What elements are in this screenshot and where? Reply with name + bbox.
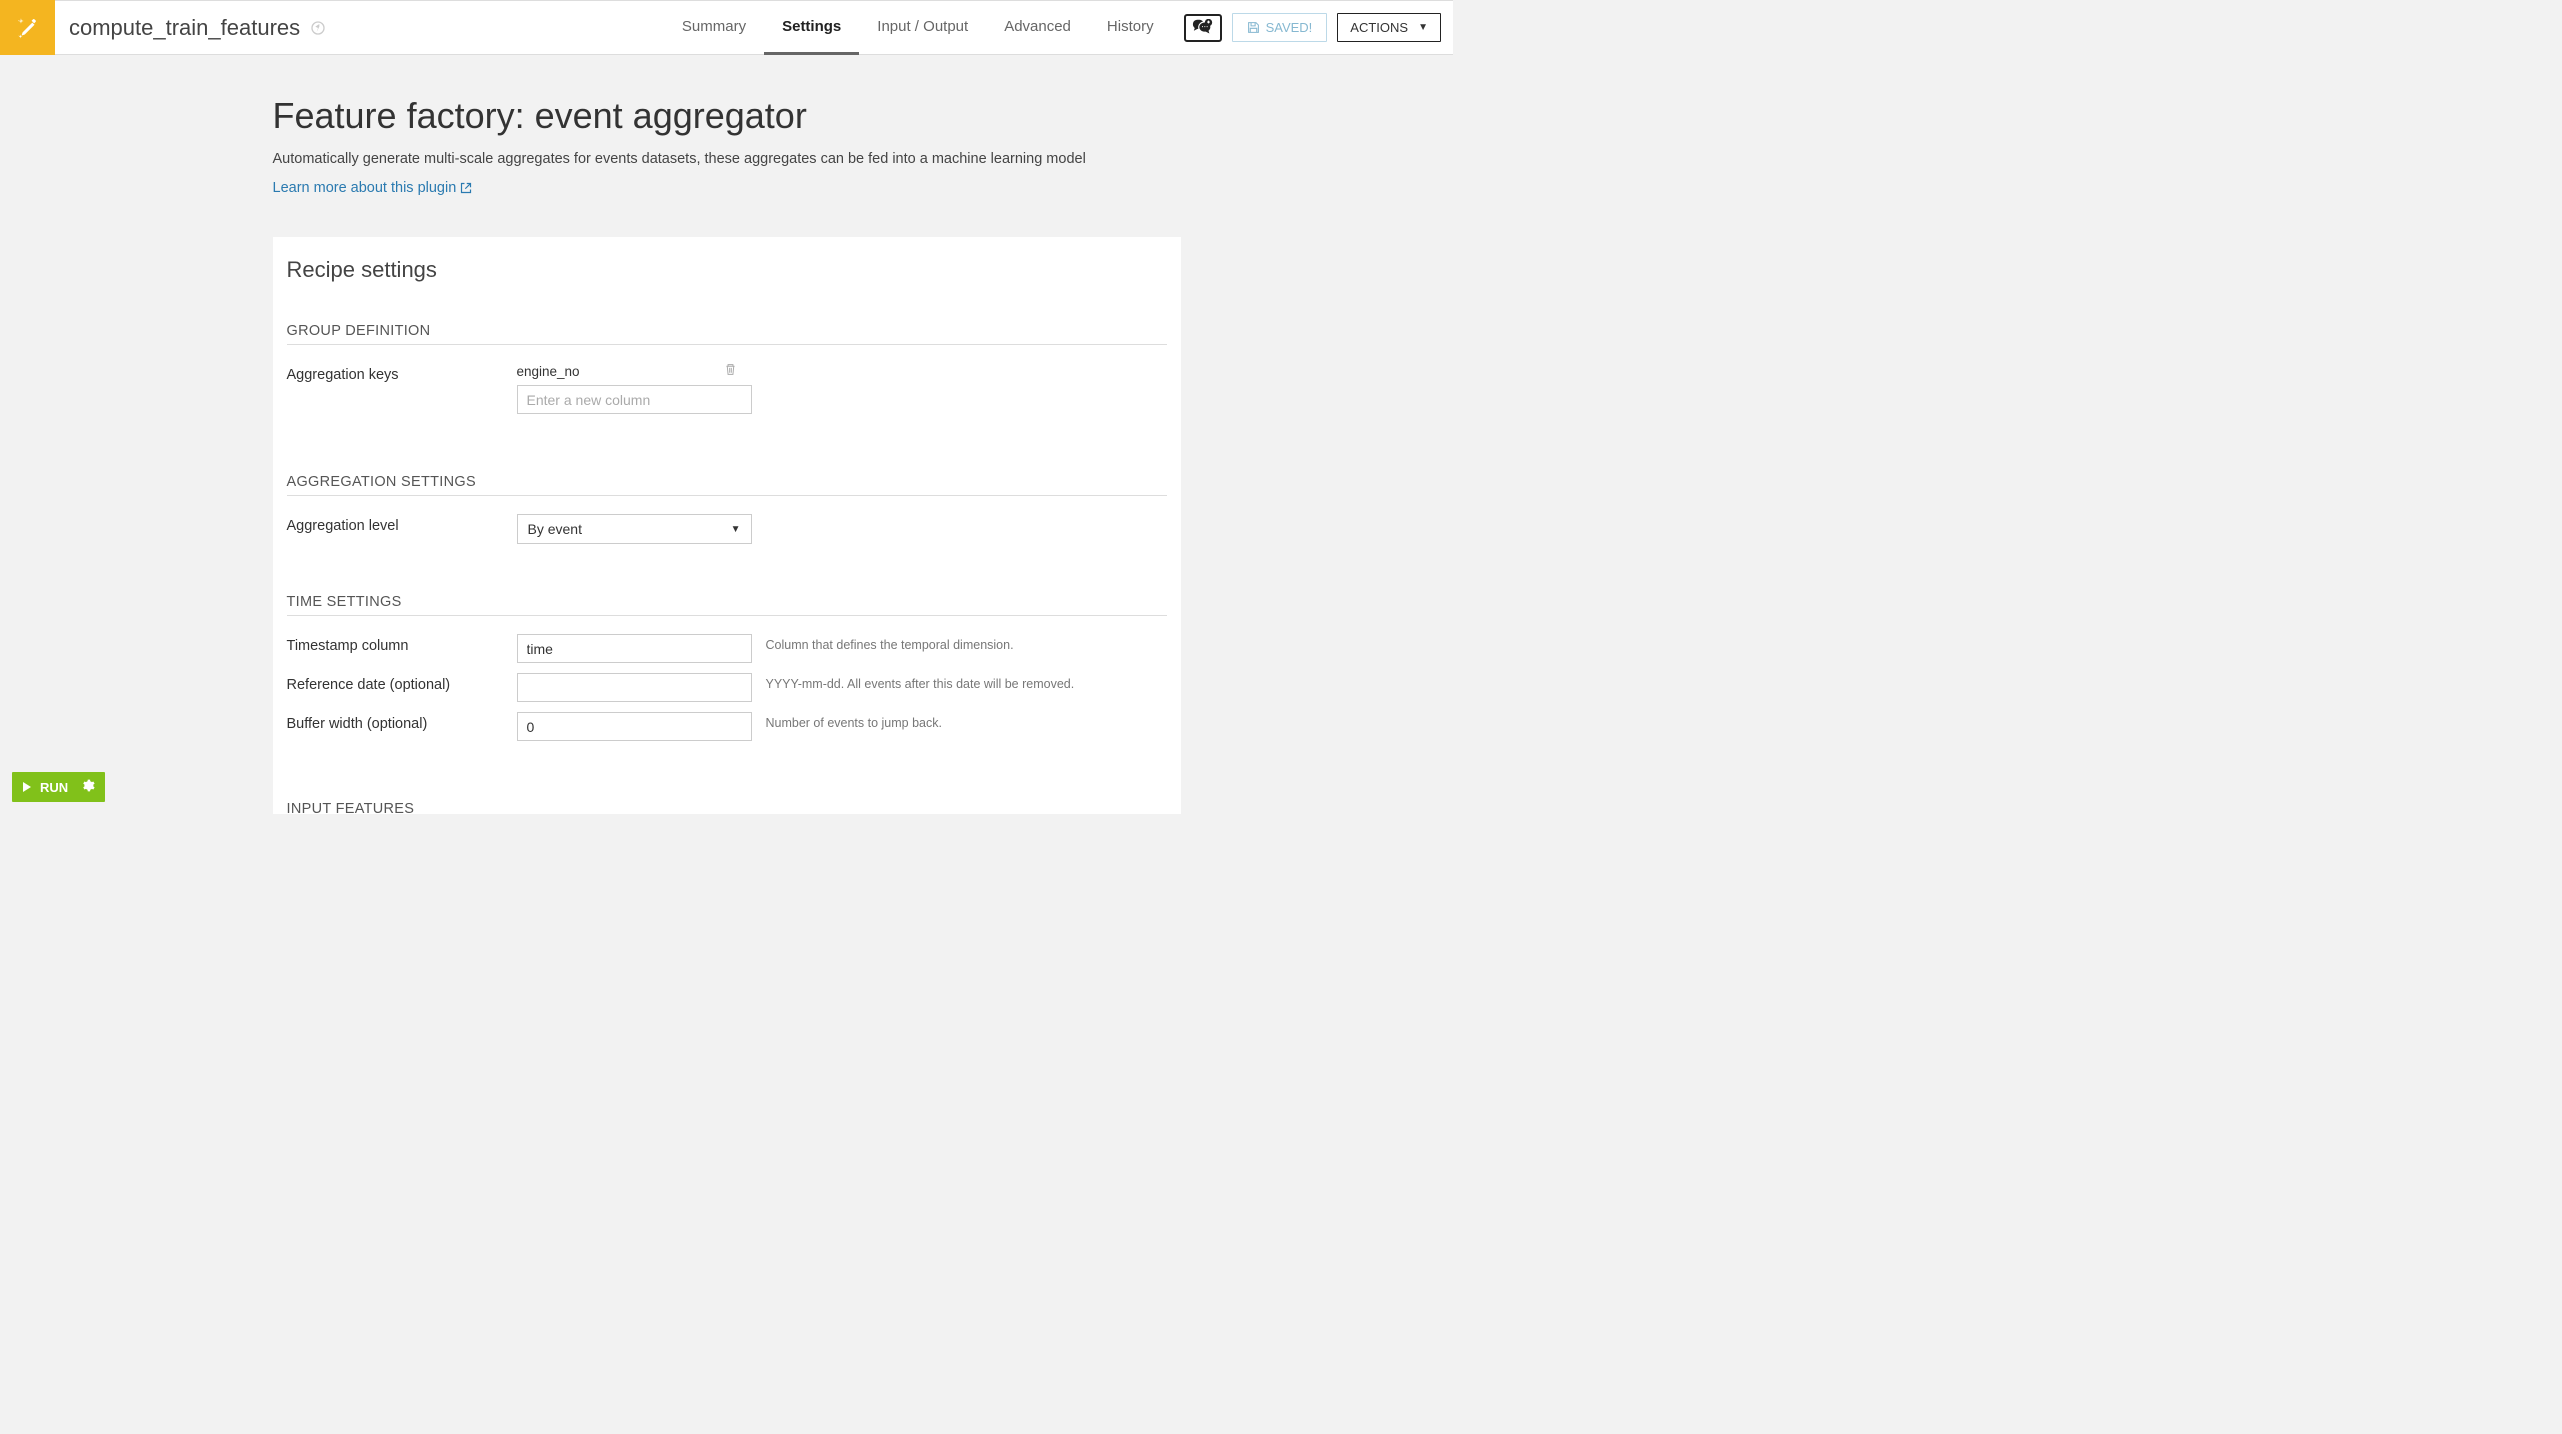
aggregation-keys-row: Aggregation keys engine_no xyxy=(287,363,1167,414)
run-label: RUN xyxy=(40,780,68,795)
timestamp-column-input[interactable] xyxy=(517,634,752,663)
caret-down-icon: ▼ xyxy=(1418,22,1428,33)
reference-date-hint: YYYY-mm-dd. All events after this date w… xyxy=(766,673,1075,691)
aggregation-keys-label: Aggregation keys xyxy=(287,363,517,383)
reference-date-label: Reference date (optional) xyxy=(287,673,517,693)
top-actions: SAVED! ACTIONS ▼ xyxy=(1172,13,1453,42)
buffer-width-hint: Number of events to jump back. xyxy=(766,712,942,730)
buffer-width-input[interactable] xyxy=(517,712,752,741)
learn-more-label: Learn more about this plugin xyxy=(273,180,457,196)
play-icon xyxy=(22,782,32,792)
panel-title: Recipe settings xyxy=(287,257,1167,283)
caret-down-icon: ▼ xyxy=(731,524,741,535)
recipe-settings-panel: Recipe settings GROUP DEFINITION Aggrega… xyxy=(273,237,1181,814)
tab-settings[interactable]: Settings xyxy=(764,0,859,55)
navigate-icon[interactable] xyxy=(310,20,326,36)
section-group-definition: GROUP DEFINITION xyxy=(287,323,1167,345)
timestamp-column-row: Timestamp column Column that defines the… xyxy=(287,634,1167,663)
run-bar: RUN xyxy=(12,772,105,802)
trash-icon[interactable] xyxy=(724,363,737,379)
saved-label: SAVED! xyxy=(1266,20,1313,35)
main-subtitle: Automatically generate multi-scale aggre… xyxy=(273,151,1181,167)
actions-label: ACTIONS xyxy=(1350,20,1408,35)
timestamp-column-label: Timestamp column xyxy=(287,634,517,654)
buffer-width-row: Buffer width (optional) Number of events… xyxy=(287,712,1167,741)
timestamp-column-hint: Column that defines the temporal dimensi… xyxy=(766,634,1014,652)
aggregation-level-row: Aggregation level By event ▼ xyxy=(287,514,1167,544)
saved-button: SAVED! xyxy=(1232,13,1328,42)
aggregation-level-value: By event xyxy=(528,521,582,537)
tab-advanced[interactable]: Advanced xyxy=(986,0,1089,55)
new-column-input[interactable] xyxy=(517,385,752,414)
tab-history[interactable]: History xyxy=(1089,0,1172,55)
main-heading: Feature factory: event aggregator xyxy=(273,95,1181,137)
tab-input-output[interactable]: Input / Output xyxy=(859,0,986,55)
buffer-width-label: Buffer width (optional) xyxy=(287,712,517,732)
tabs: Summary Settings Input / Output Advanced… xyxy=(664,0,1172,55)
section-time-settings: TIME SETTINGS xyxy=(287,594,1167,616)
aggregation-key-value: engine_no xyxy=(517,364,580,379)
learn-more-link[interactable]: Learn more about this plugin xyxy=(273,180,473,196)
page-title: compute_train_features xyxy=(69,15,300,41)
aggregation-level-label: Aggregation level xyxy=(287,514,517,534)
topbar: compute_train_features Summary Settings … xyxy=(0,0,1453,55)
reference-date-input[interactable] xyxy=(517,673,752,702)
actions-button[interactable]: ACTIONS ▼ xyxy=(1337,13,1441,42)
aggregation-key-item: engine_no xyxy=(517,363,737,379)
aggregation-level-select[interactable]: By event ▼ xyxy=(517,514,752,544)
gear-icon xyxy=(76,779,95,795)
section-input-features: INPUT FEATURES xyxy=(287,801,1167,814)
reference-date-row: Reference date (optional) YYYY-mm-dd. Al… xyxy=(287,673,1167,702)
discussions-button[interactable] xyxy=(1184,14,1222,42)
content-scroll[interactable]: Feature factory: event aggregator Automa… xyxy=(0,55,1453,814)
tab-summary[interactable]: Summary xyxy=(664,0,764,55)
section-aggregation-settings: AGGREGATION SETTINGS xyxy=(287,474,1167,496)
content: Feature factory: event aggregator Automa… xyxy=(273,55,1181,814)
run-button[interactable]: RUN xyxy=(12,772,105,802)
recipe-icon xyxy=(0,0,55,55)
